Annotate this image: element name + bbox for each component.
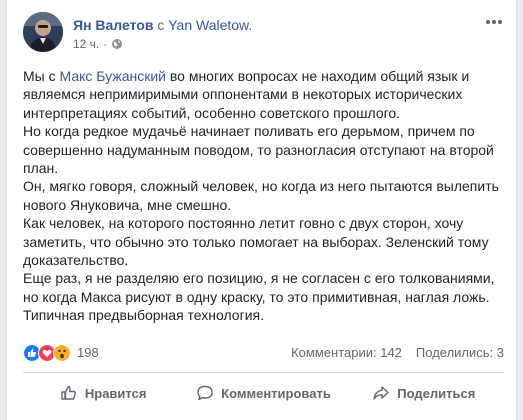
separator-dot: · xyxy=(103,37,108,51)
comment-icon xyxy=(197,385,213,401)
comments-count[interactable]: Комментарии: 142 xyxy=(291,345,402,361)
shares-count[interactable]: Поделились: 3 xyxy=(416,345,504,361)
divider xyxy=(23,372,504,373)
avatar[interactable] xyxy=(23,12,63,52)
thumbs-up-icon xyxy=(61,385,76,400)
share-icon xyxy=(373,386,389,400)
mention-link[interactable]: Макс Бужанский xyxy=(60,68,166,84)
post-time[interactable]: 12 ч. xyxy=(73,36,99,52)
wow-icon xyxy=(53,344,71,362)
author-name[interactable]: Ян Валетов xyxy=(73,17,153,33)
comment-button[interactable]: Комментировать xyxy=(183,377,343,409)
post-header: Ян Валетов с Yan Waletow. 12 ч. · xyxy=(23,12,504,56)
comment-label: Комментировать xyxy=(221,385,331,401)
paragraph-4: Как человек, на которого постоянно летит… xyxy=(23,215,489,269)
post-stats: 198 Комментарии: 142 Поделились: 3 xyxy=(23,343,504,363)
tagged-user[interactable]: Yan Waletow. xyxy=(168,17,252,33)
reactions-summary[interactable]: 198 xyxy=(23,344,99,362)
paragraph-2: Но когда редкое мудачьё начинает поливат… xyxy=(23,123,494,177)
globe-icon xyxy=(112,39,123,49)
like-label: Нравится xyxy=(84,385,147,401)
more-icon[interactable] xyxy=(484,14,504,30)
post-text: Мы с Макс Бужанский во многих вопросах н… xyxy=(23,67,508,325)
action-bar: Нравится Комментировать Поделиться xyxy=(23,377,504,409)
with-text: с xyxy=(157,17,165,33)
like-button[interactable]: Нравится xyxy=(23,377,183,409)
post-card: Ян Валетов с Yan Waletow. 12 ч. · Мы с М… xyxy=(6,0,517,420)
avatar-image xyxy=(23,12,63,52)
reaction-count: 198 xyxy=(77,345,99,360)
counts: Комментарии: 142 Поделились: 3 xyxy=(291,345,504,361)
share-label: Поделиться xyxy=(397,385,476,401)
paragraph-5: Еще раз, я не разделяю его позицию, я не… xyxy=(23,270,495,324)
post-meta: 12 ч. · xyxy=(73,36,123,52)
paragraph-1: Мы с Макс Бужанский во многих вопросах н… xyxy=(23,67,508,122)
paragraph-3: Он, мягко говоря, сложный человек, но ко… xyxy=(23,178,499,213)
author-line: Ян Валетов с Yan Waletow. xyxy=(73,16,252,34)
paragraph-1-start: Мы с xyxy=(23,68,60,84)
share-button[interactable]: Поделиться xyxy=(344,377,504,409)
